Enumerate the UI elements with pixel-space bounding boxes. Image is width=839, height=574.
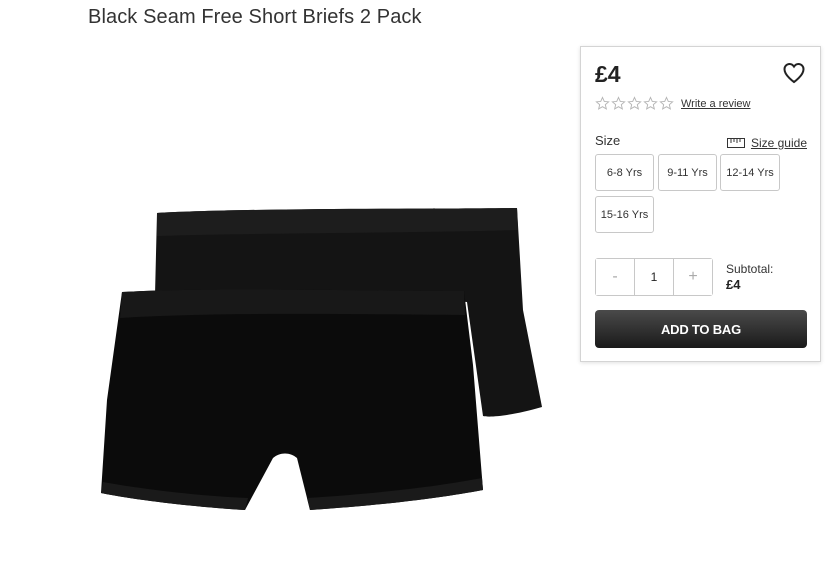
ruler-icon [726,138,745,148]
size-option-15-16[interactable]: 15-16 Yrs [595,196,654,233]
rating-stars [595,96,674,111]
rating: Write a review [595,96,750,111]
subtotal: Subtotal: £4 [726,261,773,293]
quantity-increase-button[interactable]: + [674,259,712,295]
size-option-6-8[interactable]: 6-8 Yrs [595,154,654,191]
star-icon [595,96,610,110]
price: £4 [595,61,621,87]
size-option-12-14[interactable]: 12-14 Yrs [720,154,780,191]
quantity-stepper: - + [595,258,713,296]
buy-box: £4 Write a review Size Size guide 6-8 Yr… [580,46,821,362]
subtotal-amount: £4 [726,277,741,292]
size-option-9-11[interactable]: 9-11 Yrs [658,154,717,191]
write-review-link[interactable]: Write a review [681,98,750,110]
quantity-decrease-button[interactable]: - [596,259,634,295]
star-icon [611,96,626,110]
subtotal-label: Subtotal: [726,262,774,276]
quantity-input[interactable] [634,259,674,295]
star-icon [627,96,642,110]
heart-icon[interactable] [782,61,806,85]
size-label: Size [595,133,621,148]
add-to-bag-button[interactable]: ADD TO BAG [595,310,807,348]
product-title: Black Seam Free Short Briefs 2 Pack [88,6,422,28]
size-guide-link[interactable]: Size guide [726,136,807,150]
size-guide-label: Size guide [750,136,807,150]
front-brief-shape [101,289,483,510]
product-image [101,208,542,510]
star-icon [659,96,674,110]
star-icon [643,96,658,110]
